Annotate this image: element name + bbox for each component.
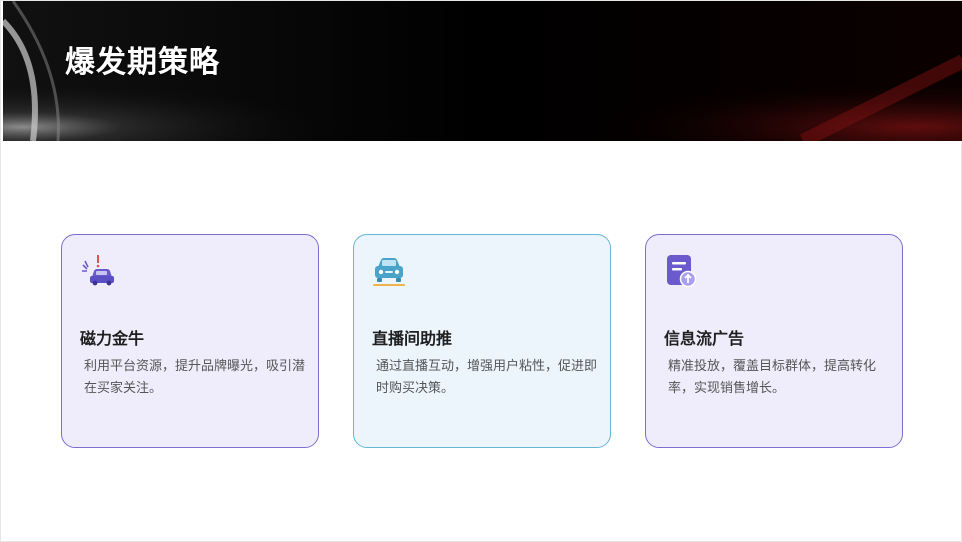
strategy-card-magnetic: 磁力金牛 利用平台资源，提升品牌曝光，吸引潜在买家关注。 <box>61 234 319 448</box>
car-front-icon <box>373 258 405 286</box>
card-title: 磁力金牛 <box>80 329 145 348</box>
strategy-card-live: 直播间助推 通过直播互动，增强用户粘性，促进即时购买决策。 <box>353 234 611 448</box>
card-description: 利用平台资源，提升品牌曝光，吸引潜在买家关注。 <box>84 359 306 396</box>
card-title: 信息流广告 <box>664 329 745 348</box>
document-upload-icon <box>667 255 697 288</box>
card-title: 直播间助推 <box>372 329 453 348</box>
page-title: 爆发期策略 <box>65 45 220 80</box>
strategy-card-feed-ads: 信息流广告 精准投放，覆盖目标群体，提高转化率，实现销售增长。 <box>645 234 903 448</box>
card-description: 通过直播互动，增强用户粘性，促进即时购买决策。 <box>376 359 598 396</box>
header-banner: 爆发期策略 <box>3 1 962 141</box>
car-crash-icon <box>82 255 114 286</box>
slide: 爆发期策略 磁力金牛 利用平台资源，提升品牌曝光，吸引潜在买家关注。 直播间助推… <box>0 0 962 542</box>
card-description: 精准投放，覆盖目标群体，提高转化率，实现销售增长。 <box>668 359 877 396</box>
